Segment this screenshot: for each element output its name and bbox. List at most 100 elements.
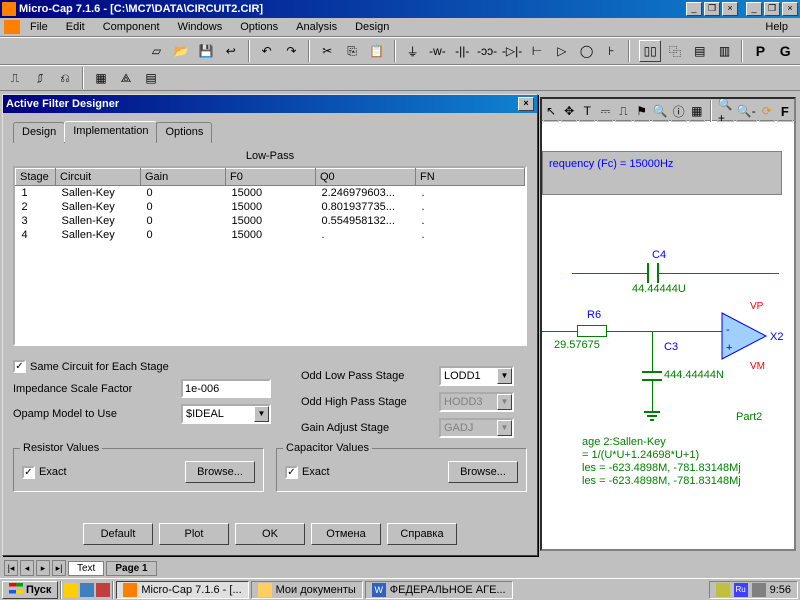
probe-g-icon[interactable]: G [774, 40, 796, 62]
schematic-canvas[interactable]: requency (Fc) = 15000Hz C4 44.44444U R6 … [542, 121, 794, 549]
language-indicator[interactable]: Ru [734, 583, 748, 597]
tab-options[interactable]: Options [156, 122, 212, 143]
dialog-close-button[interactable]: × [518, 97, 534, 111]
dialog-titlebar[interactable]: Active Filter Designer × [3, 95, 537, 113]
menu-options[interactable]: Options [232, 19, 286, 35]
col-q0[interactable]: Q0 [316, 169, 416, 186]
revert-icon[interactable]: ↩ [220, 40, 242, 62]
tool-5-icon[interactable]: ⟁ [115, 67, 137, 89]
bus-icon[interactable]: ⎍ [615, 100, 631, 122]
sheet-prev-icon[interactable]: ◂ [20, 560, 34, 576]
resistor-browse-button[interactable]: Browse... [185, 461, 255, 483]
info-icon[interactable]: ⓘ [671, 100, 687, 122]
ground-icon[interactable]: ⏚ [402, 40, 424, 62]
plot-button[interactable]: Plot [159, 523, 229, 545]
child-minimize-button[interactable]: _ [686, 2, 702, 16]
window-h-icon[interactable]: ▤ [689, 40, 711, 62]
sheet-page1[interactable]: Page 1 [106, 561, 156, 576]
source-icon[interactable]: ◯ [576, 40, 598, 62]
menu-help[interactable]: Help [757, 19, 796, 35]
same-circuit-checkbox[interactable]: ✓ Same Circuit for Each Stage [13, 360, 271, 373]
window-tile-icon[interactable]: ▯▯ [639, 40, 661, 62]
quick-launch-icon[interactable] [96, 583, 110, 597]
start-button[interactable]: Пуск [2, 581, 58, 599]
col-f0[interactable]: F0 [226, 169, 316, 186]
tray-icon[interactable] [716, 583, 730, 597]
probe-p-icon[interactable]: P [749, 40, 771, 62]
tool-4-icon[interactable]: ▦ [90, 67, 112, 89]
window-v-icon[interactable]: ▥ [714, 40, 736, 62]
tray-icon[interactable] [752, 583, 766, 597]
sheet-text[interactable]: Text [68, 561, 104, 576]
opamp-icon[interactable]: ▷ [551, 40, 573, 62]
maximize-button[interactable]: ❐ [764, 2, 780, 16]
diode-icon[interactable]: -▷|- [501, 40, 523, 62]
font-icon[interactable]: F [777, 100, 793, 122]
opamp-combo[interactable]: $IDEAL▼ [181, 404, 271, 424]
redo-icon[interactable]: ↷ [281, 40, 303, 62]
menu-analysis[interactable]: Analysis [288, 19, 345, 35]
sheet-last-icon[interactable]: ▸| [52, 560, 66, 576]
col-circuit[interactable]: Circuit [56, 169, 141, 186]
open-icon[interactable]: 📂 [170, 40, 192, 62]
wire-icon[interactable]: ⎓ [597, 100, 613, 122]
capacitor-exact-checkbox[interactable]: ✓Exact [285, 466, 330, 479]
capacitor-browse-button[interactable]: Browse... [448, 461, 518, 483]
cut-icon[interactable]: ✂ [316, 40, 338, 62]
sheet-next-icon[interactable]: ▸ [36, 560, 50, 576]
menu-edit[interactable]: Edit [58, 19, 93, 35]
resistor-icon[interactable]: -w- [427, 40, 449, 62]
col-fn[interactable]: FN [416, 169, 525, 186]
grid-icon[interactable]: ▦ [689, 100, 705, 122]
zoom-in-icon[interactable]: 🔍+ [717, 100, 734, 122]
paste-icon[interactable]: 📋 [366, 40, 388, 62]
tool-3-icon[interactable]: ⎌ [54, 67, 76, 89]
capacitor-icon[interactable]: -||- [451, 40, 473, 62]
ok-button[interactable]: OK [235, 523, 305, 545]
col-gain[interactable]: Gain [141, 169, 226, 186]
stages-table[interactable]: Stage Circuit Gain F0 Q0 FN 1Sallen-Key0… [13, 166, 527, 346]
inductor-icon[interactable]: -ↄↄ- [476, 40, 498, 62]
tab-implementation[interactable]: Implementation [64, 121, 157, 142]
resistor-exact-checkbox[interactable]: ✓Exact [22, 466, 67, 479]
window-cascade-icon[interactable]: ⿻ [664, 40, 686, 62]
col-stage[interactable]: Stage [16, 169, 56, 186]
help-button[interactable]: Справка [387, 523, 457, 545]
flag-icon[interactable]: ⚑ [634, 100, 650, 122]
quick-launch-icon[interactable] [80, 583, 94, 597]
taskbar-app-word[interactable]: WФЕДЕРАЛЬНОЕ АГЕ... [365, 581, 513, 599]
copy-icon[interactable]: ⎘ [341, 40, 363, 62]
new-icon[interactable]: ▱ [146, 40, 168, 62]
save-icon[interactable]: 💾 [195, 40, 217, 62]
child-restore-button[interactable]: ❐ [704, 2, 720, 16]
tab-design[interactable]: Design [13, 122, 65, 143]
pan-icon[interactable]: ✥ [561, 100, 577, 122]
cancel-button[interactable]: Отмена [311, 523, 381, 545]
tool-2-icon[interactable]: ⎎ [29, 67, 51, 89]
odd-low-combo[interactable]: LODD1▼ [439, 366, 514, 386]
taskbar-app-microcap[interactable]: Micro-Cap 7.1.6 - [... [116, 581, 248, 599]
quick-launch-icon[interactable] [64, 583, 78, 597]
zoom-out-icon[interactable]: 🔍- [736, 100, 757, 122]
mdi-icon[interactable] [4, 20, 20, 34]
battery-icon[interactable]: ⊦ [601, 40, 623, 62]
clock[interactable]: 9:56 [770, 584, 791, 596]
menu-windows[interactable]: Windows [170, 19, 231, 35]
taskbar-app-documents[interactable]: Мои документы [251, 581, 363, 599]
close-button[interactable]: × [782, 2, 798, 16]
menu-component[interactable]: Component [95, 19, 168, 35]
sheet-first-icon[interactable]: |◂ [4, 560, 18, 576]
npn-icon[interactable]: ⊢ [526, 40, 548, 62]
child-close-button[interactable]: × [722, 2, 738, 16]
tool-6-icon[interactable]: ▤ [140, 67, 162, 89]
default-button[interactable]: Default [83, 523, 153, 545]
tool-1-icon[interactable]: ⎍ [4, 67, 26, 89]
minimize-button[interactable]: _ [746, 2, 762, 16]
text-icon[interactable]: T [579, 100, 595, 122]
select-icon[interactable]: ↖ [543, 100, 559, 122]
refresh-icon[interactable]: ⟳ [759, 100, 775, 122]
menu-file[interactable]: File [22, 19, 56, 35]
menu-design[interactable]: Design [347, 19, 397, 35]
binoculars-icon[interactable]: 🔍 [652, 100, 669, 122]
undo-icon[interactable]: ↶ [256, 40, 278, 62]
